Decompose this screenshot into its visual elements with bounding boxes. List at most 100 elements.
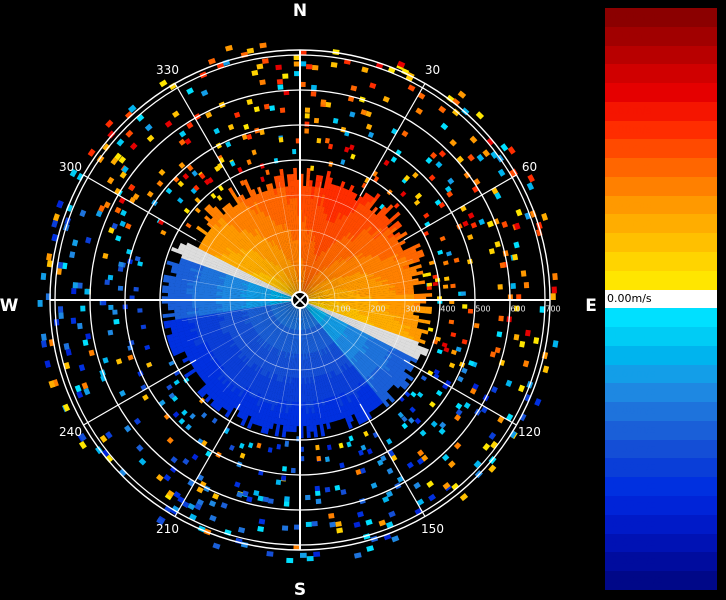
- echo-gate: [425, 272, 432, 277]
- echo-gate: [158, 168, 166, 176]
- echo-gate: [389, 294, 397, 298]
- echo-gate: [426, 286, 432, 291]
- echo-gate: [428, 493, 437, 502]
- echo-gate: [316, 137, 322, 144]
- echo-gate: [353, 552, 362, 559]
- echo-gate: [416, 391, 424, 398]
- echo-gate: [106, 176, 115, 185]
- echo-gate: [390, 156, 398, 163]
- echo-gate: [172, 411, 180, 418]
- radar-ppi[interactable]: NSEW3060120150210240300330100 200 300 400 50…: [0, 0, 600, 600]
- echo-gate: [470, 222, 478, 229]
- echo-gate: [155, 473, 164, 482]
- echo-gate: [488, 248, 495, 255]
- echo-gate: [306, 425, 311, 433]
- echo-gate: [382, 95, 390, 103]
- echo-gate: [534, 398, 542, 407]
- echo-gate: [114, 206, 122, 214]
- echo-gate: [40, 333, 47, 341]
- echo-gate: [233, 301, 241, 304]
- echo-gate: [178, 161, 186, 169]
- echo-gate: [369, 82, 377, 90]
- echo-gate: [166, 260, 174, 266]
- echo-gate: [274, 429, 280, 437]
- echo-gate: [138, 457, 147, 466]
- echo-gate: [306, 173, 311, 181]
- echo-gate: [335, 521, 342, 528]
- echo-gate: [443, 347, 450, 353]
- echo-gate: [177, 197, 184, 204]
- echo-gate: [389, 292, 397, 296]
- echo-gate: [421, 329, 429, 335]
- echo-gate: [441, 453, 450, 462]
- echo-gate: [160, 229, 167, 236]
- echo-gate: [432, 281, 439, 287]
- echo-gate: [501, 220, 509, 229]
- echo-gate: [239, 452, 246, 459]
- echo-gate: [451, 108, 461, 117]
- echo-gate: [400, 190, 407, 198]
- echo-gate: [228, 444, 235, 451]
- echo-gate: [301, 359, 304, 367]
- echo-gate: [310, 165, 315, 171]
- echo-gate: [507, 146, 516, 155]
- echo-gate: [386, 467, 394, 475]
- echo-gate: [340, 159, 346, 165]
- echo-gate: [344, 146, 350, 153]
- echo-gate: [324, 486, 331, 493]
- echo-gate: [123, 424, 132, 433]
- echo-gate: [170, 246, 179, 253]
- echo-gate: [304, 389, 308, 397]
- echo-gate: [461, 339, 468, 345]
- echo-gate: [520, 270, 527, 277]
- echo-gate: [220, 502, 228, 509]
- echo-gate: [77, 322, 83, 330]
- echo-gate: [415, 107, 423, 115]
- echo-gate: [44, 360, 51, 369]
- echo-gate: [170, 456, 178, 464]
- echo-gate: [311, 84, 317, 91]
- echo-gate: [336, 527, 344, 534]
- echo-gate: [133, 286, 139, 292]
- echo-gate: [80, 305, 86, 312]
- echo-gate: [425, 293, 433, 297]
- echo-gate: [156, 180, 164, 187]
- echo-gate: [125, 222, 132, 230]
- echo-gate: [125, 129, 134, 138]
- echo-gate: [286, 557, 294, 564]
- echo-gate: [71, 288, 77, 295]
- echo-gate: [473, 460, 482, 469]
- echo-gate: [365, 123, 373, 131]
- echo-gate: [498, 315, 504, 322]
- echo-gate: [324, 456, 330, 463]
- echo-gate: [313, 117, 320, 124]
- echo-gate: [56, 200, 64, 209]
- echo-gate: [541, 212, 549, 221]
- echo-gate: [302, 185, 307, 193]
- echo-gate: [497, 168, 506, 177]
- echo-gate: [133, 417, 142, 426]
- echo-gate: [478, 218, 486, 226]
- echo-gate: [395, 294, 403, 298]
- echo-gate: [168, 312, 176, 318]
- echo-gate: [455, 402, 463, 410]
- echo-gate: [417, 449, 425, 457]
- echo-gate: [316, 455, 322, 462]
- echo-gate: [197, 302, 205, 306]
- echo-gate: [72, 282, 79, 289]
- echo-gate: [37, 300, 43, 307]
- echo-gate: [358, 449, 364, 456]
- echo-gate: [300, 552, 307, 558]
- echo-gate: [312, 65, 319, 71]
- echo-gate: [441, 342, 448, 348]
- echo-gate: [488, 464, 497, 473]
- echo-gate: [262, 496, 269, 503]
- echo-gate: [340, 489, 347, 496]
- radar-display[interactable]: N S E W 30 60 120 150 210 240 300 330 100 200 300 400 50…: [0, 0, 600, 600]
- echo-gate: [443, 276, 450, 281]
- echo-gate: [460, 291, 466, 296]
- echo-gate: [105, 119, 114, 128]
- echo-gate: [348, 184, 355, 192]
- echo-gate: [459, 493, 469, 502]
- echo-gate: [436, 348, 443, 355]
